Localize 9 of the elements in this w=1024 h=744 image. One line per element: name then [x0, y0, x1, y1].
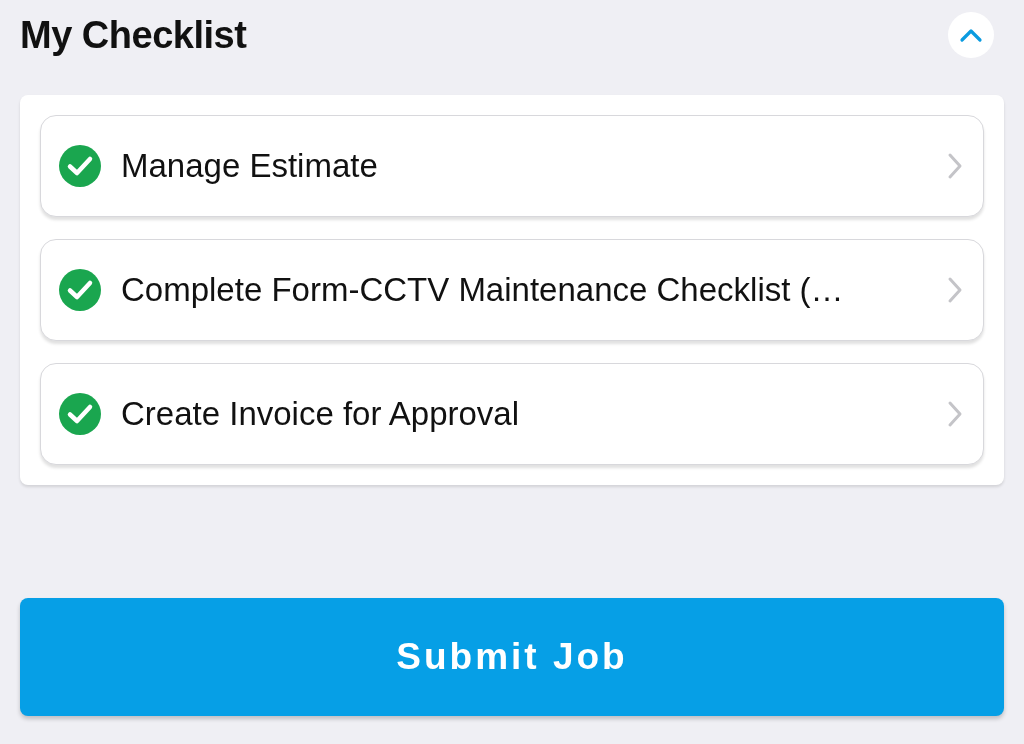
section-title: My Checklist — [20, 13, 247, 57]
checklist-item[interactable]: Create Invoice for Approval — [40, 363, 984, 465]
chevron-right-icon — [947, 152, 963, 180]
chevron-right-icon — [947, 400, 963, 428]
checklist-item[interactable]: Complete Form-CCTV Maintenance Checklist (… — [40, 239, 984, 341]
chevron-icon — [959, 27, 983, 43]
chevron-right-icon — [947, 276, 963, 304]
collapse-button[interactable] — [948, 12, 994, 58]
checklist-item[interactable]: Manage Estimate — [40, 115, 984, 217]
